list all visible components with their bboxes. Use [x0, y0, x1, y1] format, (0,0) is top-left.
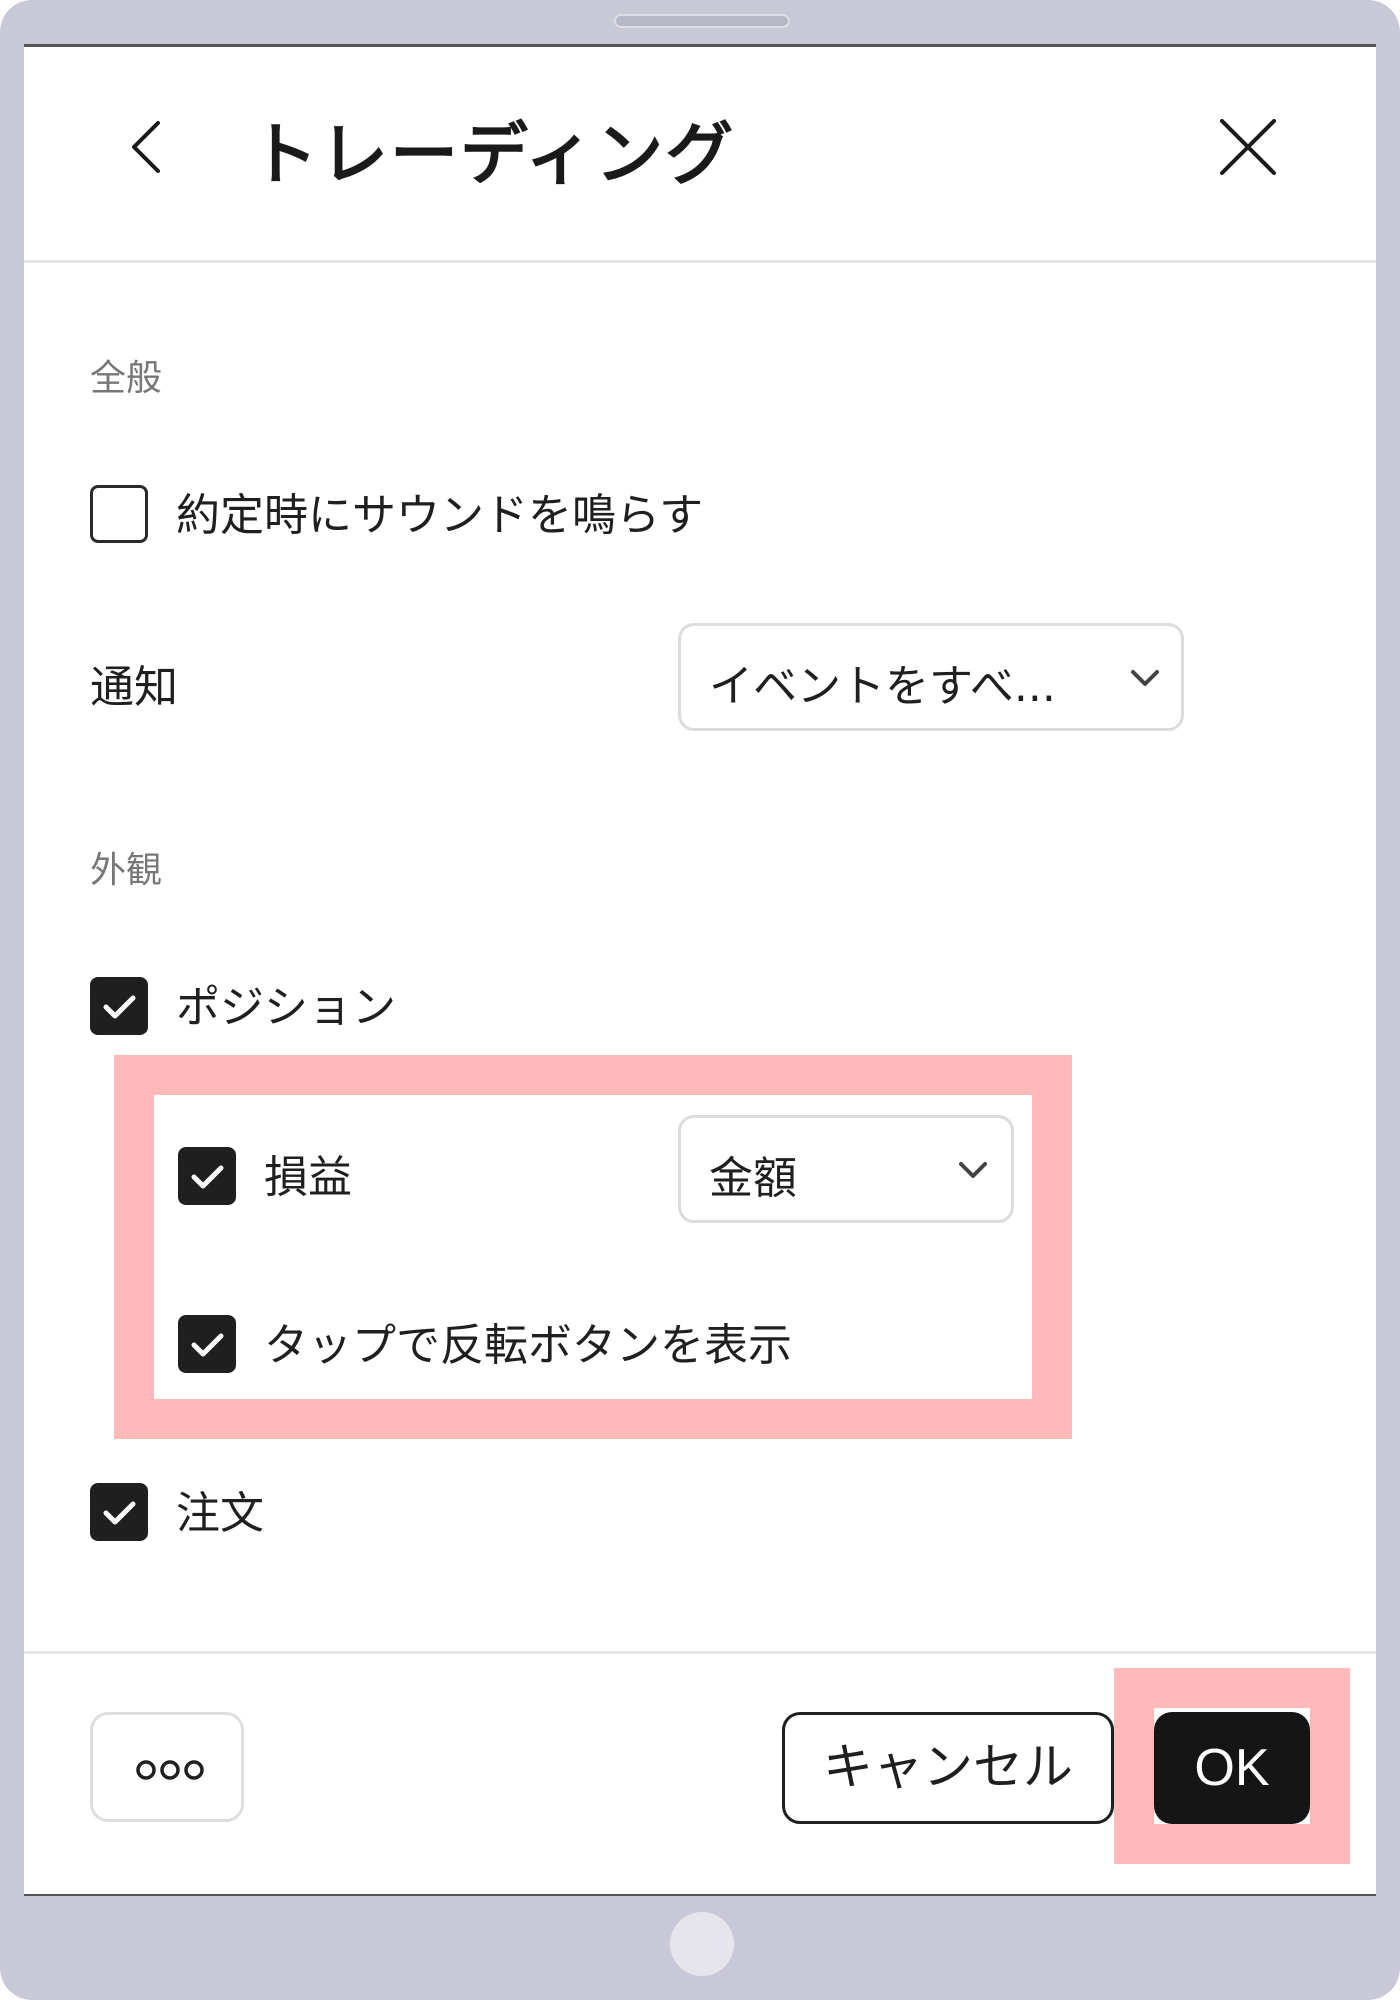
reverse-button-checkbox[interactable]	[178, 1315, 236, 1373]
pnl-select[interactable]: 金額	[678, 1115, 1014, 1223]
dialog-header: トレーディング	[24, 47, 1376, 263]
speaker-grille	[614, 14, 790, 28]
pnl-checkbox[interactable]	[178, 1147, 236, 1205]
positions-label: ポジション	[176, 982, 396, 1033]
section-label-appearance: 外観	[90, 850, 163, 891]
checkmark-icon	[103, 1501, 136, 1525]
page-title: トレーディング	[250, 116, 736, 195]
positions-checkbox[interactable]	[90, 977, 148, 1035]
tablet-frame: トレーディング 全般 約定時にサウンドを鳴らす 通知 イベントをすべ... 外観	[0, 0, 1400, 2000]
pnl-select-value: 金額	[709, 1153, 797, 1204]
checkmark-icon	[103, 995, 136, 1019]
orders-label: 注文	[176, 1488, 264, 1539]
dialog-footer: キャンセル OK	[24, 1651, 1376, 1894]
chevron-left-icon[interactable]	[114, 111, 186, 183]
chevron-down-icon	[959, 1162, 987, 1178]
reverse-button-label: タップで反転ボタンを表示	[264, 1320, 792, 1371]
more-horizontal-icon	[136, 1760, 204, 1780]
section-label-general: 全般	[90, 358, 163, 399]
highlight-box-pnl	[114, 1055, 1072, 1439]
orders-checkbox[interactable]	[90, 1483, 148, 1541]
sound-on-fill-checkbox[interactable]	[90, 485, 148, 543]
dialog-screen: トレーディング 全般 約定時にサウンドを鳴らす 通知 イベントをすべ... 外観	[24, 44, 1376, 1896]
chevron-down-icon	[1131, 670, 1159, 686]
pnl-label: 損益	[264, 1152, 352, 1203]
notifications-select[interactable]: イベントをすべ...	[678, 623, 1184, 731]
sound-on-fill-label: 約定時にサウンドを鳴らす	[176, 490, 704, 541]
home-button[interactable]	[670, 1912, 734, 1976]
ok-button[interactable]: OK	[1154, 1712, 1310, 1824]
more-button[interactable]	[90, 1712, 244, 1822]
notifications-select-value: イベントをすべ...	[709, 661, 1056, 712]
notifications-label: 通知	[90, 662, 178, 713]
checkmark-icon	[191, 1333, 224, 1357]
cancel-button[interactable]: キャンセル	[782, 1712, 1114, 1824]
close-icon[interactable]	[1212, 111, 1284, 183]
checkmark-icon	[191, 1165, 224, 1189]
